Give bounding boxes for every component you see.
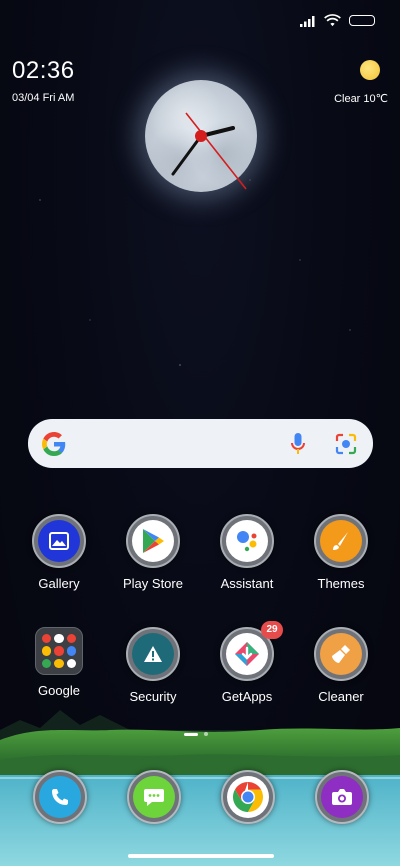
google-search-bar[interactable] [28, 419, 373, 468]
camera-icon [321, 776, 363, 818]
assistant-icon [226, 520, 268, 562]
second-hand [185, 112, 247, 190]
chrome-icon [227, 776, 269, 818]
google-g-icon [42, 431, 66, 456]
app-label: Themes [317, 576, 365, 591]
app-gallery[interactable]: Gallery [13, 514, 105, 591]
google-folder-icon [35, 627, 83, 675]
clock-hands [171, 112, 247, 190]
app-cleaner[interactable]: Cleaner [295, 627, 387, 704]
notification-badge: 29 [261, 621, 283, 639]
dock-chrome[interactable] [221, 770, 275, 824]
cleaner-icon [320, 633, 362, 675]
lens-icon[interactable] [333, 431, 359, 457]
app-getapps[interactable]: 29 GetApps [201, 621, 293, 704]
security-icon [132, 633, 174, 675]
phone-icon [39, 776, 81, 818]
signal-icon [300, 15, 315, 27]
clock-date[interactable]: 03/04 Fri AM [12, 92, 74, 104]
mic-icon[interactable] [285, 431, 311, 457]
app-label: Google [38, 683, 80, 698]
getapps-icon [226, 633, 268, 675]
app-label: Gallery [38, 576, 80, 591]
dock-phone[interactable] [33, 770, 87, 824]
app-themes[interactable]: Themes [295, 514, 387, 591]
page-indicator [184, 732, 208, 736]
app-play-store[interactable]: Play Store [107, 514, 199, 591]
themes-icon [320, 520, 362, 562]
sun-icon[interactable] [360, 60, 380, 80]
clock-time[interactable]: 02:36 [12, 57, 75, 85]
weather-text[interactable]: Clear 10℃ [334, 92, 388, 105]
app-security[interactable]: Security [107, 627, 199, 704]
play-store-icon [132, 520, 174, 562]
app-label: Assistant [220, 576, 274, 591]
moon-clock-widget[interactable] [145, 80, 257, 192]
home-gesture-bar[interactable] [128, 854, 274, 858]
app-label: Play Store [123, 576, 183, 591]
clock-center [195, 130, 207, 142]
wifi-icon [324, 14, 341, 27]
status-bar [300, 14, 375, 27]
app-assistant[interactable]: Assistant [201, 514, 293, 591]
dock-messages[interactable] [127, 770, 181, 824]
battery-icon [349, 15, 375, 26]
minute-hand [171, 134, 203, 176]
messages-icon [133, 776, 175, 818]
dock-camera[interactable] [315, 770, 369, 824]
gallery-icon [38, 520, 80, 562]
app-google-folder[interactable]: Google [13, 627, 105, 698]
